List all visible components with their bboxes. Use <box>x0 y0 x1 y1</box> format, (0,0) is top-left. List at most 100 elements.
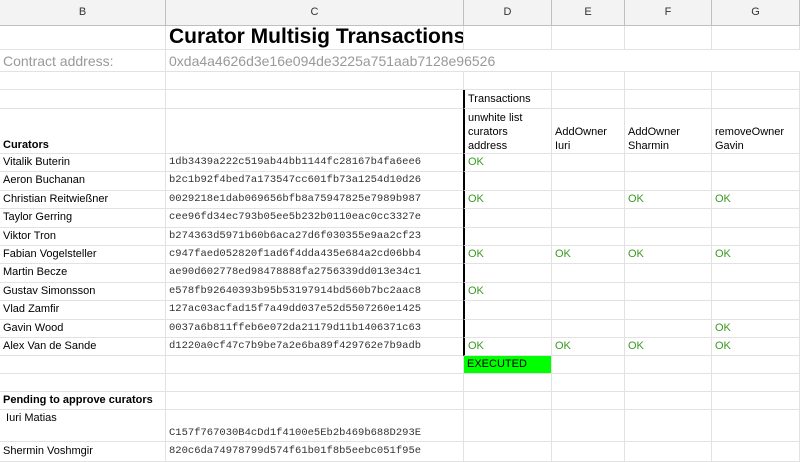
curator-name[interactable]: Gustav Simonsson <box>0 282 166 302</box>
cell[interactable] <box>712 442 800 462</box>
tx-unwhitelist-status[interactable] <box>463 209 552 228</box>
cell[interactable] <box>464 442 552 462</box>
tx-addowner-sharmin-status[interactable] <box>625 154 712 173</box>
cell[interactable] <box>712 374 800 392</box>
tx-addowner-sharmin-status[interactable]: OK <box>625 190 712 210</box>
tx-addowner-sharmin-status[interactable] <box>625 301 712 320</box>
tx-addowner-iuri-status[interactable] <box>552 282 625 302</box>
column-header-c[interactable]: C <box>166 0 464 25</box>
cell[interactable] <box>552 356 625 374</box>
tx-removeowner-gavin-status[interactable]: OK <box>712 319 800 338</box>
tx-addowner-sharmin-status[interactable] <box>625 319 712 338</box>
curator-address[interactable]: 0029218e1dab069656bfb8a75947825e7989b987 <box>166 190 464 210</box>
curator-name[interactable]: Viktor Tron <box>0 227 166 246</box>
cell[interactable] <box>625 392 712 410</box>
tx-removeowner-gavin-status[interactable] <box>712 209 800 228</box>
pending-name[interactable]: Shermin Voshmgir <box>0 442 166 462</box>
cell[interactable] <box>0 26 166 50</box>
cell[interactable] <box>625 26 712 50</box>
cell[interactable] <box>166 72 464 90</box>
pending-name[interactable]: Iuri Matias <box>0 410 166 442</box>
cell[interactable] <box>166 392 464 410</box>
tx-unwhitelist-status[interactable] <box>463 227 552 246</box>
sheet-title[interactable]: Curator Multisig Transactions <box>166 26 464 50</box>
column-header-e[interactable]: E <box>552 0 625 25</box>
column-header-g[interactable]: G <box>712 0 800 25</box>
tx-removeowner-gavin-status[interactable] <box>712 282 800 302</box>
tx-removeowner-gavin-status[interactable] <box>712 264 800 283</box>
cell[interactable] <box>166 356 464 374</box>
tx-removeowner-gavin-status[interactable] <box>712 172 800 191</box>
curator-address[interactable]: d1220a0cf47c7b9be7a2e6ba89f429762e7b9adb <box>166 338 464 357</box>
curator-name[interactable]: Gavin Wood <box>0 319 166 338</box>
tx-unwhitelist-status[interactable] <box>463 319 552 338</box>
curator-address[interactable]: c947faed052820f1ad6f4dda435e684a2cd06bb4 <box>166 246 464 265</box>
tx-addowner-sharmin-status[interactable] <box>625 264 712 283</box>
cell[interactable] <box>552 374 625 392</box>
curator-address[interactable]: 127ac03acfad15f7a49dd037e52d5507260e1425 <box>166 301 464 320</box>
tx-removeowner-gavin-status[interactable] <box>712 227 800 246</box>
tx-unwhitelist-status[interactable]: OK <box>463 282 552 302</box>
cell[interactable] <box>712 410 800 442</box>
tx-addowner-iuri-status[interactable] <box>552 301 625 320</box>
tx-unwhitelist-status[interactable]: OK <box>463 338 552 357</box>
tx-addowner-sharmin-status[interactable] <box>625 227 712 246</box>
cell[interactable] <box>0 72 166 90</box>
cell[interactable] <box>712 392 800 410</box>
tx-removeowner-gavin-status[interactable]: OK <box>712 338 800 357</box>
cell[interactable] <box>464 392 552 410</box>
cell[interactable] <box>464 26 552 50</box>
tx-header-addowner-sharmin[interactable]: AddOwner Sharmin <box>625 109 712 154</box>
curator-name[interactable]: Vlad Zamfir <box>0 301 166 320</box>
tx-unwhitelist-status[interactable] <box>463 301 552 320</box>
cell[interactable] <box>552 410 625 442</box>
cell[interactable] <box>552 442 625 462</box>
executed-status[interactable]: EXECUTED <box>464 356 552 374</box>
curator-name[interactable]: Christian Reitwießner <box>0 190 166 210</box>
column-header-f[interactable]: F <box>625 0 712 25</box>
cell[interactable] <box>166 374 464 392</box>
cell[interactable] <box>166 90 464 109</box>
cell[interactable] <box>625 374 712 392</box>
curator-address[interactable]: b2c1b92f4bed7a173547cc601fb73a1254d10d26 <box>166 172 464 191</box>
tx-removeowner-gavin-status[interactable] <box>712 154 800 173</box>
cell[interactable] <box>464 374 552 392</box>
curator-address[interactable]: 0037a6b811ffeb6e072da21179d11b1406371c63 <box>166 319 464 338</box>
curator-name[interactable]: Taylor Gerring <box>0 209 166 228</box>
cell[interactable] <box>712 356 800 374</box>
cell[interactable] <box>712 26 800 50</box>
tx-addowner-iuri-status[interactable] <box>552 209 625 228</box>
curator-address[interactable]: cee96fd34ec793b05ee5b232b0110eac0cc3327e <box>166 209 464 228</box>
cell[interactable] <box>464 410 552 442</box>
tx-addowner-iuri-status[interactable] <box>552 227 625 246</box>
cell[interactable] <box>625 410 712 442</box>
curator-name[interactable]: Alex Van de Sande <box>0 338 166 357</box>
contract-address[interactable]: 0xda4a4626d3e16e094de3225a751aab7128e965… <box>166 50 800 72</box>
cell[interactable] <box>625 442 712 462</box>
tx-unwhitelist-status[interactable]: OK <box>463 154 552 173</box>
tx-removeowner-gavin-status[interactable]: OK <box>712 190 800 210</box>
tx-header-removeowner-gavin[interactable]: removeOwner Gavin <box>712 109 800 154</box>
curator-name[interactable]: Vitalik Buterin <box>0 154 166 173</box>
curator-address[interactable]: e578fb92640393b95b53197914bd560b7bc2aac8 <box>166 282 464 302</box>
pending-header[interactable]: Pending to approve curators <box>0 392 166 410</box>
cell[interactable] <box>0 90 166 109</box>
curator-name[interactable]: Martin Becze <box>0 264 166 283</box>
curator-address[interactable]: ae90d602778ed98478888fa2756339dd013e34c1 <box>166 264 464 283</box>
cell[interactable] <box>552 90 625 109</box>
tx-addowner-iuri-status[interactable] <box>552 264 625 283</box>
curator-name[interactable]: Fabian Vogelsteller <box>0 246 166 265</box>
tx-addowner-sharmin-status[interactable] <box>625 209 712 228</box>
cell[interactable] <box>552 72 625 90</box>
tx-addowner-sharmin-status[interactable] <box>625 282 712 302</box>
tx-removeowner-gavin-status[interactable] <box>712 301 800 320</box>
column-header-d[interactable]: D <box>464 0 552 25</box>
curator-address[interactable]: 1db3439a222c519ab44bb1144fc28167b4fa6ee6 <box>166 154 464 173</box>
cell[interactable] <box>625 356 712 374</box>
contract-label[interactable]: Contract address: <box>0 50 166 72</box>
tx-header-addowner-iuri[interactable]: AddOwner Iuri <box>552 109 625 154</box>
cell[interactable] <box>464 72 552 90</box>
tx-addowner-iuri-status[interactable] <box>552 319 625 338</box>
cell[interactable] <box>712 90 800 109</box>
tx-header-unwhitelist[interactable]: unwhite list curators address <box>463 109 552 154</box>
